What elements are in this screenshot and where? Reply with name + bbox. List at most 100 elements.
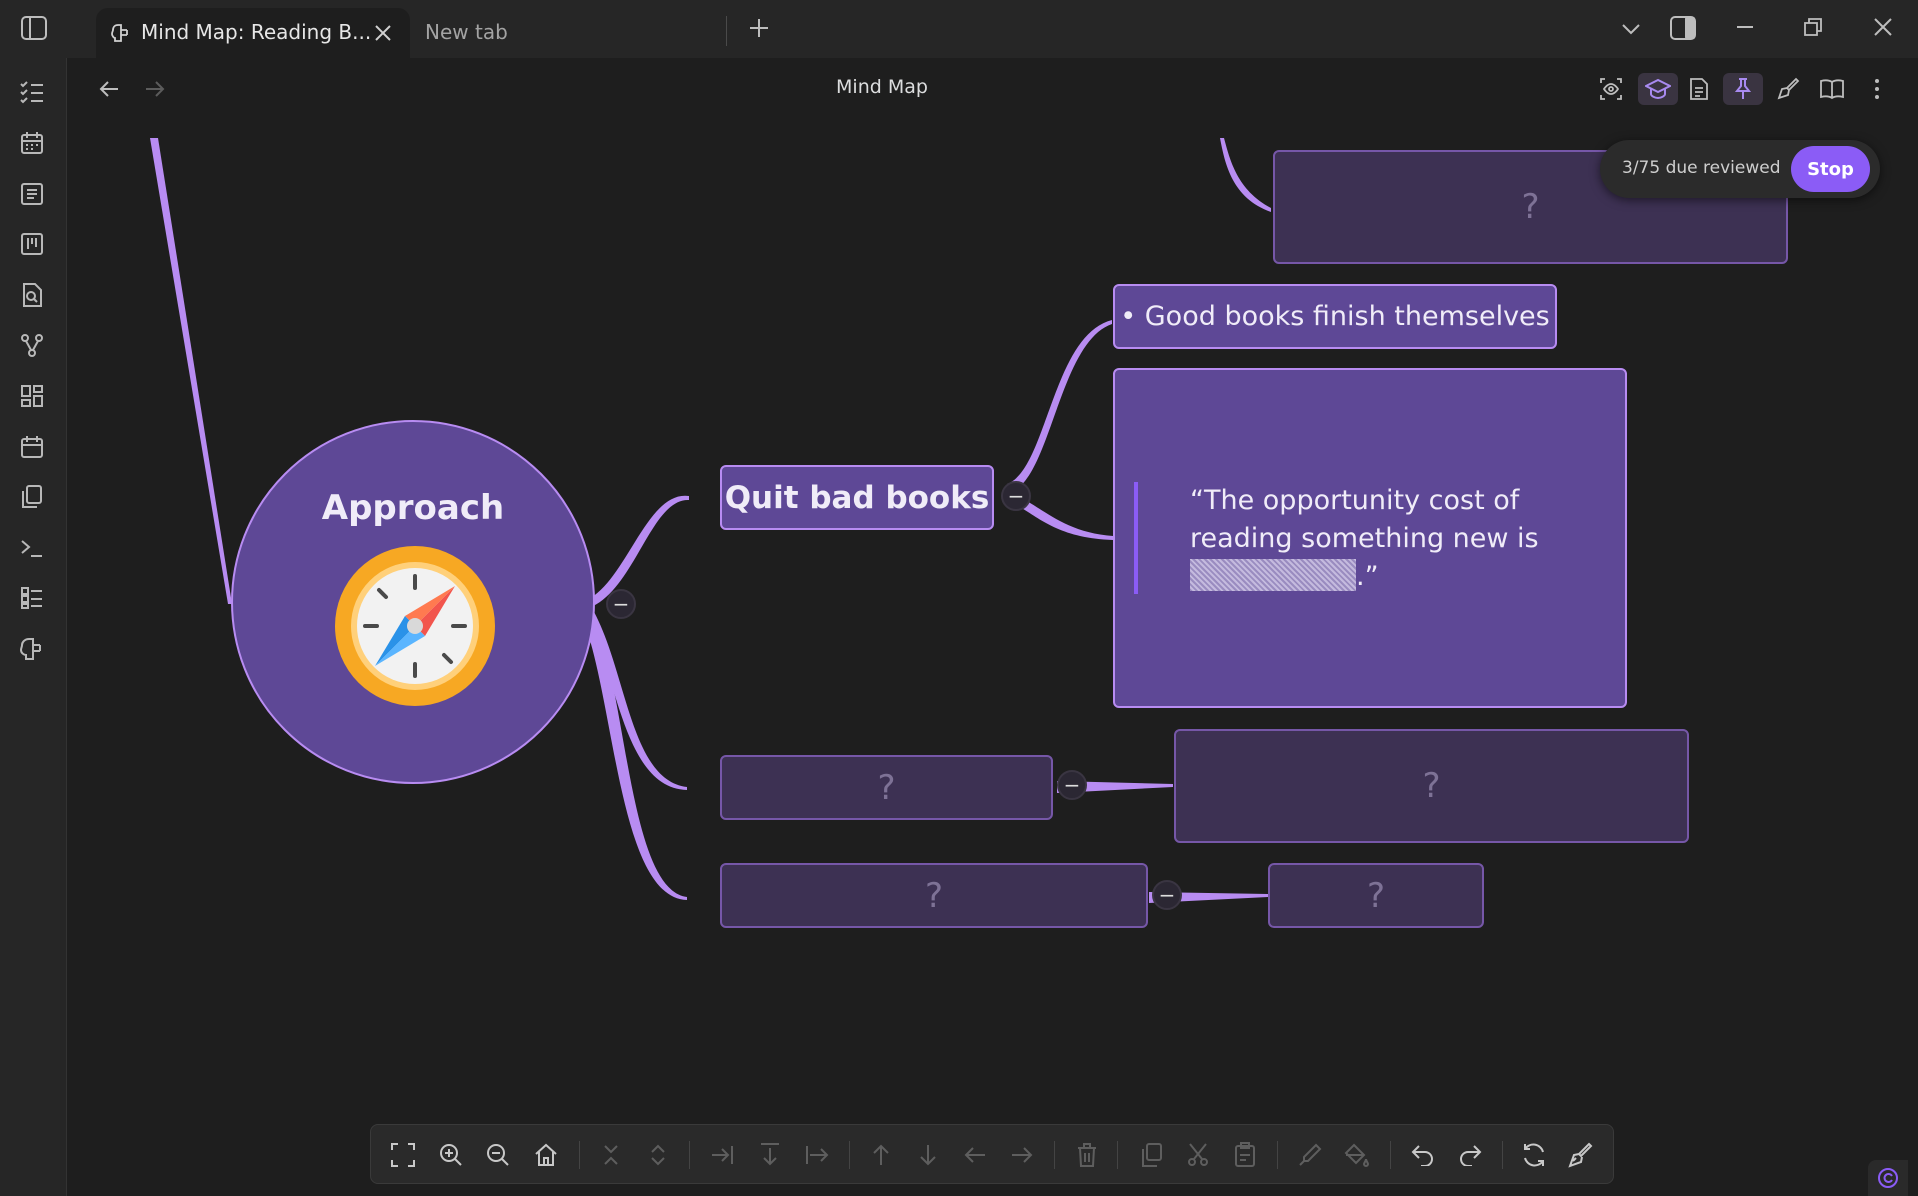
add-child-icon[interactable]	[707, 1139, 739, 1171]
node-good-books[interactable]: • Good books finish themselves	[1113, 284, 1557, 349]
paste-icon[interactable]	[1229, 1139, 1261, 1171]
book-open-icon[interactable]	[1816, 73, 1848, 105]
title-bar: Mind Map: Reading B... New tab	[0, 0, 1918, 58]
mind-map-canvas[interactable]: Approach − Quit bad books − • Good books…	[67, 120, 1918, 1196]
sync-status-icon[interactable]	[1868, 1160, 1908, 1196]
pin-icon[interactable]	[1723, 73, 1763, 105]
node-quit-bad-books[interactable]: Quit bad books	[720, 465, 994, 530]
blockquote-bar	[1134, 482, 1138, 594]
toolbar-divider	[1390, 1141, 1391, 1169]
terminal-icon[interactable]	[17, 533, 47, 563]
refresh-icon[interactable]	[1518, 1139, 1550, 1171]
node-label: Quit bad books	[724, 479, 990, 516]
central-node-label: Approach	[321, 488, 505, 528]
zoom-in-icon[interactable]	[435, 1139, 467, 1171]
delete-icon[interactable]	[1071, 1139, 1103, 1171]
brain-icon[interactable]	[17, 634, 47, 664]
add-parent-icon[interactable]	[801, 1139, 833, 1171]
graduation-cap-icon[interactable]	[1638, 73, 1678, 105]
new-tab-icon[interactable]	[744, 13, 774, 43]
close-tab-icon[interactable]	[372, 22, 394, 44]
node-label: • Good books finish themselves	[1120, 301, 1550, 332]
quote-line: .”	[1190, 558, 1539, 596]
add-sibling-icon[interactable]	[754, 1139, 786, 1171]
page-icon[interactable]	[17, 179, 47, 209]
list-icon[interactable]	[17, 583, 47, 613]
quote-text: “The opportunity cost of reading somethi…	[1190, 482, 1539, 596]
review-status: 3/75 due reviewed	[1622, 158, 1781, 178]
toolbar-divider	[689, 1141, 690, 1169]
paint-bucket-icon[interactable]	[1341, 1139, 1373, 1171]
zoom-out-icon[interactable]	[482, 1139, 514, 1171]
page-title: Mind Map	[836, 76, 928, 98]
stop-review-button[interactable]: Stop	[1791, 146, 1870, 192]
toolbar-divider	[1117, 1141, 1118, 1169]
review-progress-bar: 3/75 due reviewed Stop	[1600, 140, 1880, 198]
quote-line: “The opportunity cost of	[1190, 485, 1520, 516]
document-icon[interactable]	[1683, 73, 1715, 105]
view-header: Mind Map	[67, 58, 1918, 120]
sidebar-toggle-icon[interactable]	[18, 13, 50, 43]
brush-icon[interactable]	[1564, 1139, 1596, 1171]
hidden-node-branch-3[interactable]: ?	[720, 863, 1148, 928]
toolbar-divider	[1277, 1141, 1278, 1169]
copy-icon[interactable]	[17, 482, 47, 512]
chevron-down-icon[interactable]	[1616, 14, 1646, 44]
hidden-placeholder: ?	[1521, 187, 1540, 227]
collapse-toggle-approach[interactable]: −	[606, 589, 636, 619]
more-options-icon[interactable]	[1861, 73, 1893, 105]
node-quote[interactable]: “The opportunity cost of reading somethi…	[1113, 368, 1627, 708]
tab-new[interactable]: New tab	[410, 8, 726, 58]
tab-divider	[726, 16, 727, 46]
hidden-node-branch-2-child[interactable]: ?	[1174, 729, 1689, 843]
collapse-icon[interactable]	[595, 1139, 627, 1171]
eye-icon[interactable]	[1595, 73, 1627, 105]
file-search-icon[interactable]	[17, 280, 47, 310]
graph-icon[interactable]	[17, 330, 47, 360]
quote-end: .”	[1356, 561, 1379, 592]
compass-icon	[333, 544, 497, 708]
cloze-hidden-block[interactable]	[1190, 559, 1356, 591]
move-right-icon[interactable]	[1006, 1139, 1038, 1171]
restore-icon[interactable]	[1798, 12, 1828, 42]
redo-icon[interactable]	[1454, 1139, 1486, 1171]
hidden-placeholder: ?	[924, 875, 944, 916]
central-node-approach[interactable]: Approach	[231, 420, 595, 784]
hidden-placeholder: ?	[1366, 875, 1386, 916]
move-down-icon[interactable]	[912, 1139, 944, 1171]
pen-icon[interactable]	[1294, 1139, 1326, 1171]
left-ribbon	[0, 58, 67, 1196]
right-sidebar-icon[interactable]	[1666, 12, 1700, 44]
dashboard-icon[interactable]	[17, 381, 47, 411]
copy-icon[interactable]	[1135, 1139, 1167, 1171]
quote-line: reading something new is	[1190, 523, 1539, 554]
move-up-icon[interactable]	[865, 1139, 897, 1171]
move-left-icon[interactable]	[959, 1139, 991, 1171]
toolbar-divider	[579, 1141, 580, 1169]
calendar-icon[interactable]	[17, 128, 47, 158]
kanban-icon[interactable]	[17, 229, 47, 259]
minimize-icon[interactable]	[1730, 12, 1760, 42]
toolbar-divider	[849, 1141, 850, 1169]
checklist-icon[interactable]	[17, 77, 47, 107]
close-window-icon[interactable]	[1868, 12, 1898, 42]
cut-icon[interactable]	[1182, 1139, 1214, 1171]
collapse-toggle-branch-2[interactable]: −	[1057, 770, 1087, 800]
fullscreen-icon[interactable]	[387, 1139, 419, 1171]
tab-title: Mind Map: Reading B...	[141, 20, 372, 44]
brush-icon[interactable]	[1772, 73, 1804, 105]
hidden-node-branch-2[interactable]: ?	[720, 755, 1053, 820]
collapse-toggle-quit[interactable]: −	[1001, 481, 1031, 511]
hidden-placeholder: ?	[877, 767, 896, 808]
expand-icon[interactable]	[642, 1139, 674, 1171]
undo-icon[interactable]	[1407, 1139, 1439, 1171]
calendar-icon[interactable]	[17, 432, 47, 462]
tab-title: New tab	[425, 20, 508, 44]
collapse-toggle-branch-3[interactable]: −	[1152, 880, 1182, 910]
tab-mind-map[interactable]: Mind Map: Reading B...	[96, 8, 410, 58]
home-icon[interactable]	[530, 1139, 562, 1171]
toolbar-divider	[1054, 1141, 1055, 1169]
hidden-node-branch-3-child[interactable]: ?	[1268, 863, 1484, 928]
toolbar-divider	[1502, 1141, 1503, 1169]
hidden-placeholder: ?	[1422, 766, 1441, 806]
